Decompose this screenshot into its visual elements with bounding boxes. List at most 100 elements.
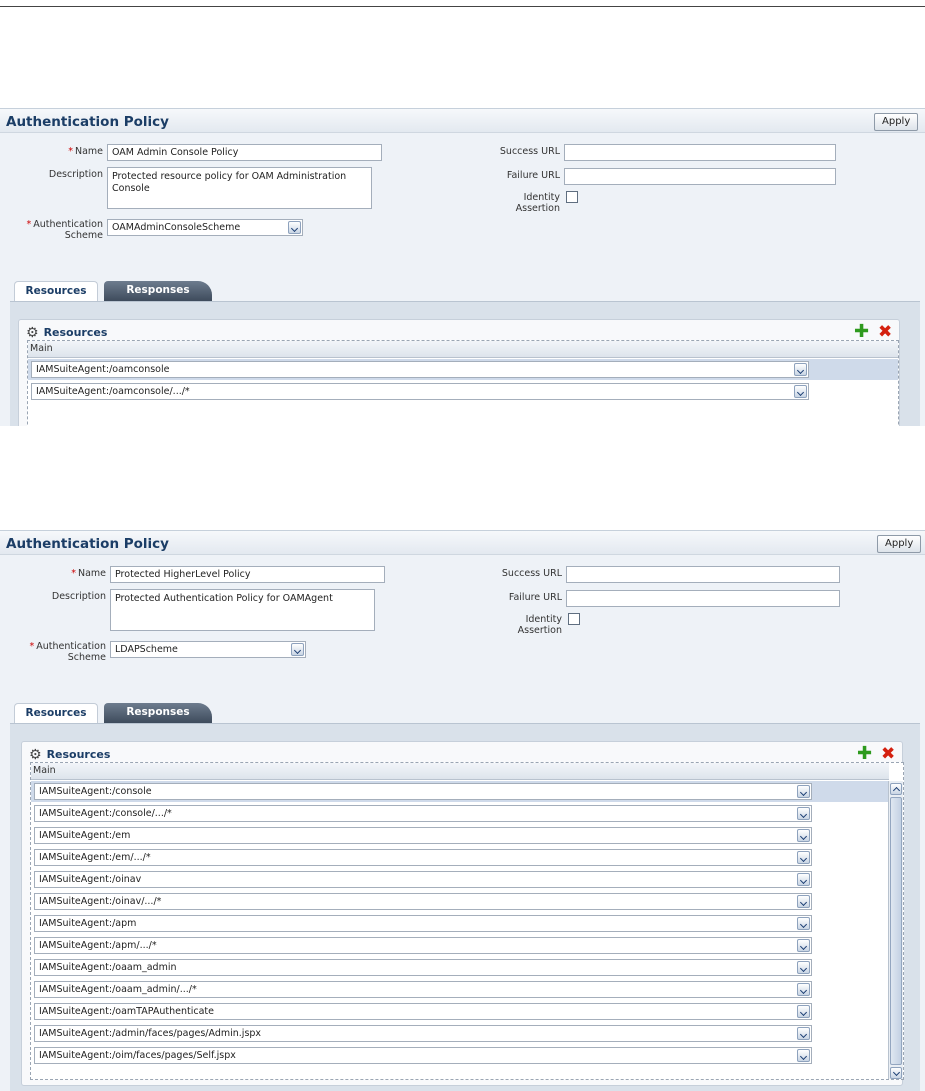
resource-select[interactable]: IAMSuiteAgent:/oamconsole/.../* bbox=[31, 383, 809, 400]
resource-select[interactable]: IAMSuiteAgent:/apm/.../* bbox=[34, 937, 812, 954]
table-row[interactable]: IAMSuiteAgent:/oaam_admin bbox=[31, 957, 889, 978]
table-row[interactable]: IAMSuiteAgent:/console/.../* bbox=[31, 803, 889, 824]
resource-select[interactable]: IAMSuiteAgent:/oaam_admin/.../* bbox=[34, 981, 812, 998]
chevron-down-icon[interactable] bbox=[797, 807, 810, 820]
delete-icon[interactable]: ✖ bbox=[878, 323, 892, 341]
tab-resources[interactable]: Resources bbox=[14, 281, 98, 301]
gear-icon: ⚙ bbox=[26, 324, 39, 341]
gear-icon: ⚙ bbox=[29, 746, 42, 763]
chevron-down-icon[interactable] bbox=[797, 917, 810, 930]
resources-box: ⚙ Resources ✚ ✖ Main IAMSuiteAgent:/oamc… bbox=[18, 319, 900, 426]
chevron-down-icon[interactable] bbox=[794, 363, 807, 376]
failure-url-label: Failure URL bbox=[508, 592, 562, 603]
tab-resources[interactable]: Resources bbox=[14, 703, 98, 723]
table-row[interactable]: IAMSuiteAgent:/apm/.../* bbox=[31, 935, 889, 956]
table-row[interactable]: IAMSuiteAgent:/oinav bbox=[31, 869, 889, 890]
chevron-down-icon[interactable] bbox=[797, 983, 810, 996]
table-row[interactable]: IAMSuiteAgent:/admin/faces/pages/Admin.j… bbox=[31, 1023, 889, 1044]
table-row[interactable]: IAMSuiteAgent:/em bbox=[31, 825, 889, 846]
chevron-down-icon[interactable] bbox=[794, 385, 807, 398]
resource-select[interactable]: IAMSuiteAgent:/apm bbox=[34, 915, 812, 932]
resource-value: IAMSuiteAgent:/oim/faces/pages/Self.jspx bbox=[39, 1050, 236, 1061]
resources-box: ⚙ Resources ✚ ✖ Main IAMSuiteAgent:/cons… bbox=[21, 741, 904, 1086]
add-icon[interactable]: ✚ bbox=[854, 323, 869, 341]
chevron-down-icon[interactable] bbox=[797, 873, 810, 886]
chevron-down-icon[interactable] bbox=[797, 1049, 810, 1062]
scroll-down-arrow-icon[interactable] bbox=[890, 1067, 902, 1079]
tab-bar: Resources Responses bbox=[0, 279, 925, 301]
success-url-input[interactable] bbox=[566, 566, 840, 583]
chevron-down-icon[interactable] bbox=[797, 1005, 810, 1018]
success-url-label: Success URL bbox=[499, 146, 560, 157]
authentication-scheme-select[interactable]: OAMAdminConsoleScheme bbox=[107, 219, 303, 236]
resource-select[interactable]: IAMSuiteAgent:/console bbox=[34, 783, 812, 800]
resource-select[interactable]: IAMSuiteAgent:/oinav/.../* bbox=[34, 893, 812, 910]
chevron-down-icon[interactable] bbox=[291, 643, 304, 656]
vertical-scrollbar[interactable] bbox=[888, 781, 903, 1079]
resource-value: IAMSuiteAgent:/oinav bbox=[39, 874, 142, 885]
authentication-scheme-label: * Authentication Scheme bbox=[26, 219, 104, 241]
description-textarea[interactable]: Protected resource policy for OAM Admini… bbox=[107, 167, 372, 209]
chevron-down-icon[interactable] bbox=[288, 221, 301, 234]
table-row[interactable]: IAMSuiteAgent:/oaam_admin/.../* bbox=[31, 979, 889, 1000]
chevron-down-icon[interactable] bbox=[797, 939, 810, 952]
authentication-scheme-select[interactable]: LDAPScheme bbox=[110, 641, 306, 658]
resource-value: IAMSuiteAgent:/console bbox=[39, 786, 152, 797]
resource-select[interactable]: IAMSuiteAgent:/em/.../* bbox=[34, 849, 812, 866]
identity-assertion-checkbox[interactable] bbox=[566, 191, 578, 203]
failure-url-input[interactable] bbox=[564, 168, 836, 185]
resource-value: IAMSuiteAgent:/oaam_admin/.../* bbox=[39, 984, 197, 995]
table-row[interactable]: IAMSuiteAgent:/oamconsole bbox=[28, 359, 898, 380]
tab-responses[interactable]: Responses bbox=[104, 703, 212, 723]
table-row[interactable]: IAMSuiteAgent:/oim/faces/pages/Self.jspx bbox=[31, 1045, 889, 1066]
description-textarea[interactable]: Protected Authentication Policy for OAMA… bbox=[110, 589, 375, 631]
chevron-down-icon[interactable] bbox=[797, 851, 810, 864]
delete-icon[interactable]: ✖ bbox=[881, 745, 895, 763]
chevron-down-icon[interactable] bbox=[797, 961, 810, 974]
identity-assertion-checkbox[interactable] bbox=[568, 613, 580, 625]
authentication-scheme-label: * Authentication Scheme bbox=[29, 641, 107, 663]
resources-header: ⚙ Resources bbox=[26, 324, 107, 341]
add-icon[interactable]: ✚ bbox=[857, 745, 872, 763]
resource-select[interactable]: IAMSuiteAgent:/oinav bbox=[34, 871, 812, 888]
panel-title: Authentication Policy bbox=[6, 536, 169, 552]
name-input[interactable]: Protected HigherLevel Policy bbox=[110, 566, 385, 583]
resource-select[interactable]: IAMSuiteAgent:/oim/faces/pages/Self.jspx bbox=[34, 1047, 812, 1064]
resource-select[interactable]: IAMSuiteAgent:/oaam_admin bbox=[34, 959, 812, 976]
apply-button[interactable]: Apply bbox=[874, 113, 919, 131]
panel-header: Authentication Policy Apply bbox=[0, 531, 925, 555]
column-header-main: Main bbox=[31, 763, 889, 780]
column-header-main: Main bbox=[28, 341, 898, 358]
table-row[interactable]: IAMSuiteAgent:/oamconsole/.../* bbox=[28, 381, 898, 402]
success-url-input[interactable] bbox=[564, 144, 836, 161]
panel-title: Authentication Policy bbox=[6, 114, 169, 130]
chevron-down-icon[interactable] bbox=[797, 785, 810, 798]
chevron-down-icon[interactable] bbox=[797, 829, 810, 842]
policy-form: * Name OAM Admin Console Policy Descripti… bbox=[0, 133, 925, 279]
identity-assertion-label: Identity Assertion bbox=[517, 614, 562, 636]
scrollbar-thumb[interactable] bbox=[890, 797, 902, 1065]
resource-select[interactable]: IAMSuiteAgent:/em bbox=[34, 827, 812, 844]
tab-responses[interactable]: Responses bbox=[104, 281, 212, 301]
table-row[interactable]: IAMSuiteAgent:/console bbox=[31, 781, 889, 802]
chevron-down-icon[interactable] bbox=[797, 1027, 810, 1040]
resources-table: Main IAMSuiteAgent:/console IAMSuiteAgen… bbox=[30, 762, 904, 1080]
table-row[interactable]: IAMSuiteAgent:/apm bbox=[31, 913, 889, 934]
table-row[interactable]: IAMSuiteAgent:/em/.../* bbox=[31, 847, 889, 868]
scroll-up-arrow-icon[interactable] bbox=[890, 783, 902, 795]
table-row[interactable]: IAMSuiteAgent:/oamTAPAuthenticate bbox=[31, 1001, 889, 1022]
authentication-scheme-value: LDAPScheme bbox=[115, 644, 178, 655]
resource-value: IAMSuiteAgent:/oamconsole/.../* bbox=[36, 386, 190, 397]
resource-select[interactable]: IAMSuiteAgent:/admin/faces/pages/Admin.j… bbox=[34, 1025, 812, 1042]
failure-url-input[interactable] bbox=[566, 590, 840, 607]
resource-select[interactable]: IAMSuiteAgent:/console/.../* bbox=[34, 805, 812, 822]
name-input[interactable]: OAM Admin Console Policy bbox=[107, 144, 382, 161]
resource-value: IAMSuiteAgent:/oinav/.../* bbox=[39, 896, 162, 907]
resource-select[interactable]: IAMSuiteAgent:/oamTAPAuthenticate bbox=[34, 1003, 812, 1020]
resource-select[interactable]: IAMSuiteAgent:/oamconsole bbox=[31, 361, 809, 378]
resource-value: IAMSuiteAgent:/oamTAPAuthenticate bbox=[39, 1006, 214, 1017]
apply-button[interactable]: Apply bbox=[877, 535, 922, 553]
chevron-down-icon[interactable] bbox=[797, 895, 810, 908]
table-row[interactable]: IAMSuiteAgent:/oinav/.../* bbox=[31, 891, 889, 912]
success-url-label: Success URL bbox=[501, 568, 562, 579]
